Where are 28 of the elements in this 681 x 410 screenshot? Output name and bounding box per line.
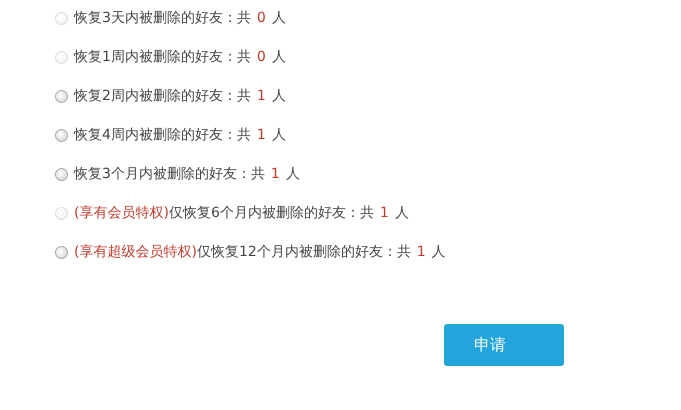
unit-label: 人: [394, 204, 409, 222]
option-label: 恢复1周内被删除的好友：共: [74, 48, 251, 66]
radio-button[interactable]: [55, 128, 68, 142]
unit-label: 人: [272, 48, 286, 66]
unit-label: 人: [286, 165, 300, 183]
radio-button[interactable]: [55, 168, 68, 180]
option-label: 恢复3个月内被删除的好友：共: [74, 165, 265, 183]
option-label: 恢复2周内被删除的好友：共: [74, 87, 251, 105]
friend-count: 1: [256, 127, 266, 143]
friend-count: 0: [256, 49, 266, 65]
option-label: 仅恢复12个月内被删除的好友：共: [196, 243, 411, 261]
privilege-label: (享有会员特权): [74, 204, 169, 222]
unit-label: 人: [272, 87, 286, 105]
unit-label: 人: [432, 243, 446, 261]
friend-count: 1: [416, 244, 426, 260]
friend-count: 1: [256, 88, 266, 104]
radio-button[interactable]: [55, 90, 68, 102]
option-label: 恢复4周内被删除的好友：共: [74, 126, 251, 144]
option-label: 恢复3天内被删除的好友：共: [74, 9, 251, 27]
radio-button[interactable]: [55, 246, 68, 258]
friend-count: 1: [270, 166, 280, 182]
privilege-label: (享有超级会员特权): [74, 243, 197, 261]
unit-label: 人: [272, 9, 286, 27]
apply-button[interactable]: 申请: [444, 324, 564, 366]
option-label: 仅恢复6个月内被删除的好友：共: [168, 204, 374, 222]
friend-count: 1: [380, 205, 389, 221]
friend-count: 0: [256, 10, 266, 26]
unit-label: 人: [272, 126, 286, 144]
